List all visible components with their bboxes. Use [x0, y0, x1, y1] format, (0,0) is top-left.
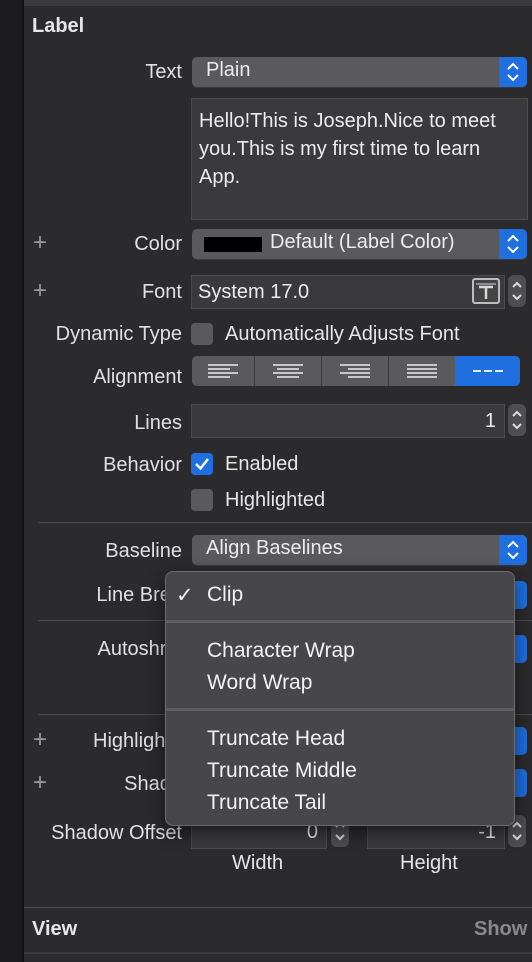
highlighted-checkbox[interactable] — [191, 489, 213, 511]
view-show-button[interactable]: Show — [474, 918, 527, 941]
menu-item-truncate-tail[interactable]: Truncate Tail — [207, 791, 326, 815]
font-field[interactable]: System 17.0 — [191, 275, 505, 309]
highlighted-option: Highlighted — [225, 489, 326, 511]
autoshrink-label: Autoshrin — [97, 638, 183, 660]
align-center-icon — [273, 364, 303, 378]
shadow-label: Shado — [124, 773, 182, 795]
shadow-offset-label: Shadow Offset — [51, 822, 182, 844]
bottom-divider — [24, 952, 532, 954]
align-natural-icon — [473, 370, 503, 372]
color-swatch — [204, 237, 262, 252]
menu-checkmark-icon: ✓ — [176, 584, 194, 607]
font-picker-icon[interactable] — [472, 278, 500, 304]
text-type-chevrons-icon — [499, 57, 527, 87]
color-label: Color — [134, 233, 182, 255]
alignment-label: Alignment — [93, 366, 182, 388]
align-justified-button[interactable] — [388, 356, 456, 386]
menu-separator — [166, 708, 514, 711]
baseline-chevrons-icon — [499, 535, 527, 565]
dynamic-type-option: Automatically Adjusts Font — [225, 323, 460, 345]
label-text-area[interactable]: Hello!This is Joseph.Nice to meet you.Th… — [191, 98, 528, 220]
font-value: System 17.0 — [198, 281, 310, 303]
shadow-height-caption: Height — [400, 852, 458, 874]
align-center-button[interactable] — [254, 356, 322, 386]
align-natural-button[interactable] — [455, 356, 520, 386]
lines-label: Lines — [134, 412, 182, 434]
dynamic-type-checkbox[interactable] — [191, 323, 213, 345]
section-divider — [38, 522, 532, 523]
align-justified-icon — [407, 364, 437, 378]
text-label: Text — [145, 61, 182, 83]
align-left-button[interactable] — [192, 356, 255, 386]
highlighted-color-label: Highlighte — [93, 730, 182, 752]
panel-top-divider — [24, 0, 532, 6]
line-break-label: Line Brea — [96, 584, 182, 606]
baseline-value: Align Baselines — [206, 537, 343, 559]
color-chevrons-icon — [499, 229, 527, 259]
label-text-content: Hello!This is Joseph.Nice to meet you.Th… — [199, 110, 496, 188]
menu-item-word-wrap[interactable]: Word Wrap — [207, 671, 312, 695]
align-left-icon — [208, 364, 238, 378]
align-right-button[interactable] — [321, 356, 389, 386]
dynamic-type-label: Dynamic Type — [55, 323, 182, 345]
left-sidebar-edge — [0, 0, 24, 962]
label-section-title: Label — [32, 15, 85, 37]
text-type-value: Plain — [206, 59, 251, 81]
lines-stepper[interactable] — [508, 404, 526, 436]
lines-value: 1 — [484, 410, 496, 432]
view-section-divider — [24, 907, 532, 908]
menu-item-character-wrap[interactable]: Character Wrap — [207, 639, 355, 663]
font-size-stepper[interactable] — [508, 275, 526, 307]
checkmark-icon — [195, 458, 209, 471]
align-right-icon — [340, 364, 370, 378]
text-type-popup[interactable]: Plain — [192, 57, 527, 87]
menu-item-truncate-head[interactable]: Truncate Head — [207, 727, 345, 751]
view-section-title: View — [32, 918, 78, 940]
menu-item-clip[interactable]: Clip — [207, 583, 243, 607]
color-value: Default (Label Color) — [270, 231, 455, 253]
color-popup[interactable]: Default (Label Color) — [192, 229, 527, 259]
baseline-label: Baseline — [105, 540, 182, 562]
lines-field[interactable]: 1 — [191, 404, 505, 438]
alignment-segmented-control — [192, 356, 520, 386]
enabled-checkbox[interactable] — [191, 453, 213, 475]
enabled-option: Enabled — [225, 453, 299, 475]
behavior-label: Behavior — [103, 454, 182, 476]
font-label: Font — [141, 281, 182, 303]
line-break-menu: ✓ Clip Character Wrap Word Wrap Truncate… — [165, 571, 515, 826]
shadow-width-caption: Width — [232, 852, 284, 874]
menu-item-truncate-middle[interactable]: Truncate Middle — [207, 759, 357, 783]
baseline-popup[interactable]: Align Baselines — [192, 535, 527, 565]
menu-separator — [166, 620, 514, 623]
